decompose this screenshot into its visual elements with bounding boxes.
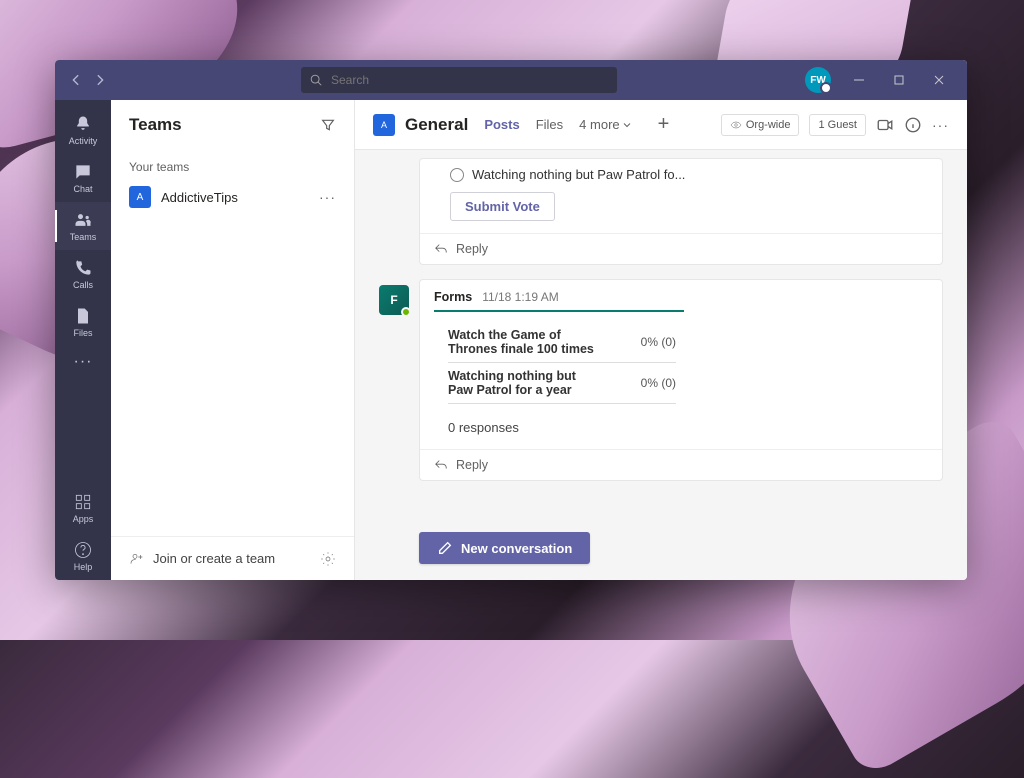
apprail-apps[interactable]: Apps <box>55 484 111 532</box>
apprail-activity-label: Activity <box>69 136 98 146</box>
poll-result-value: 0% (0) <box>641 335 676 349</box>
guest-badge[interactable]: 1 Guest <box>809 114 866 136</box>
content-pane: A General Posts Files 4 more + Org-wide … <box>355 100 967 580</box>
apprail-calls-label: Calls <box>73 280 93 290</box>
messages-list: Watching nothing but Paw Patrol fo... Su… <box>355 150 967 532</box>
file-icon <box>73 306 93 326</box>
meet-icon[interactable] <box>876 116 894 134</box>
reply-button[interactable]: Reply <box>420 233 942 264</box>
add-tab-button[interactable]: + <box>658 113 670 136</box>
new-conversation-button[interactable]: New conversation <box>419 532 590 564</box>
apprail-more[interactable]: ··· <box>74 346 93 378</box>
eye-icon <box>730 119 742 131</box>
apprail-apps-label: Apps <box>73 514 94 524</box>
org-wide-badge[interactable]: Org-wide <box>721 114 800 136</box>
chat-icon <box>73 162 93 182</box>
search-icon <box>309 73 323 87</box>
message-timestamp: 11/18 1:19 AM <box>482 290 559 304</box>
join-create-team-button[interactable]: Join or create a team <box>129 551 275 567</box>
tab-more[interactable]: 4 more <box>579 117 631 132</box>
forward-button[interactable] <box>93 73 107 87</box>
maximize-button[interactable] <box>879 60 919 100</box>
teams-title: Teams <box>129 115 182 135</box>
poll-option-row[interactable]: Watching nothing but Paw Patrol fo... <box>450 167 928 182</box>
search-box[interactable] <box>301 67 617 93</box>
search-input[interactable] <box>331 73 609 87</box>
channel-more-button[interactable]: ··· <box>932 117 949 133</box>
poll-result-value: 0% (0) <box>641 376 676 390</box>
apprail-chat[interactable]: Chat <box>55 154 111 202</box>
team-name: AddictiveTips <box>161 190 309 205</box>
apprail-chat-label: Chat <box>73 184 92 194</box>
reply-button[interactable]: Reply <box>420 449 942 480</box>
close-button[interactable] <box>919 60 959 100</box>
apprail-files[interactable]: Files <box>55 298 111 346</box>
join-create-label: Join or create a team <box>153 551 275 566</box>
poll-result-label: Watch the Game of Thrones finale 100 tim… <box>448 328 603 356</box>
sender-name: Forms <box>434 290 472 304</box>
reply-icon <box>434 458 448 472</box>
apprail-calls[interactable]: Calls <box>55 250 111 298</box>
help-icon <box>73 540 93 560</box>
app-window: FW Activity Chat T <box>55 60 967 580</box>
info-icon[interactable] <box>904 116 922 134</box>
message-poll-vote: Watching nothing but Paw Patrol fo... Su… <box>419 158 943 265</box>
forms-accent-bar <box>434 310 684 312</box>
team-row[interactable]: A AddictiveTips ··· <box>111 180 354 214</box>
apprail-teams-label: Teams <box>70 232 97 242</box>
filter-icon[interactable] <box>320 117 336 133</box>
teams-pane: Teams Your teams A AddictiveTips ··· Joi… <box>111 100 355 580</box>
team-avatar: A <box>129 186 151 208</box>
chevron-down-icon <box>622 120 632 130</box>
apprail-files-label: Files <box>73 328 92 338</box>
poll-result-row: Watching nothing but Paw Patrol for a ye… <box>448 363 676 404</box>
tab-posts[interactable]: Posts <box>484 117 519 132</box>
apprail-teams[interactable]: Teams <box>55 202 111 250</box>
submit-vote-button[interactable]: Submit Vote <box>450 192 555 221</box>
titlebar: FW <box>55 60 967 100</box>
people-add-icon <box>129 551 145 567</box>
poll-result-row: Watch the Game of Thrones finale 100 tim… <box>448 322 676 363</box>
tab-files[interactable]: Files <box>536 117 563 132</box>
team-more-button[interactable]: ··· <box>319 189 336 205</box>
apps-icon <box>73 492 93 512</box>
forms-avatar: F <box>379 285 409 315</box>
gear-icon[interactable] <box>320 551 336 567</box>
channel-header: A General Posts Files 4 more + Org-wide … <box>355 100 967 150</box>
apprail-help-label: Help <box>74 562 93 572</box>
apprail-help[interactable]: Help <box>55 532 111 580</box>
your-teams-label: Your teams <box>111 150 354 180</box>
poll-result-label: Watching nothing but Paw Patrol for a ye… <box>448 369 603 397</box>
profile-avatar[interactable]: FW <box>805 67 831 93</box>
responses-count: 0 responses <box>420 404 942 449</box>
back-button[interactable] <box>69 73 83 87</box>
apprail-activity[interactable]: Activity <box>55 106 111 154</box>
reply-icon <box>434 242 448 256</box>
phone-icon <box>73 258 93 278</box>
radio-icon[interactable] <box>450 168 464 182</box>
teams-icon <box>73 210 93 230</box>
minimize-button[interactable] <box>839 60 879 100</box>
channel-avatar: A <box>373 114 395 136</box>
app-rail: Activity Chat Teams Calls Files ··· <box>55 100 111 580</box>
poll-option-label: Watching nothing but Paw Patrol fo... <box>472 167 685 182</box>
bell-icon <box>73 114 93 134</box>
channel-title: General <box>405 115 468 135</box>
message-forms-results: F Forms 11/18 1:19 AM Watch the Game of … <box>379 279 943 481</box>
compose-icon <box>437 540 453 556</box>
